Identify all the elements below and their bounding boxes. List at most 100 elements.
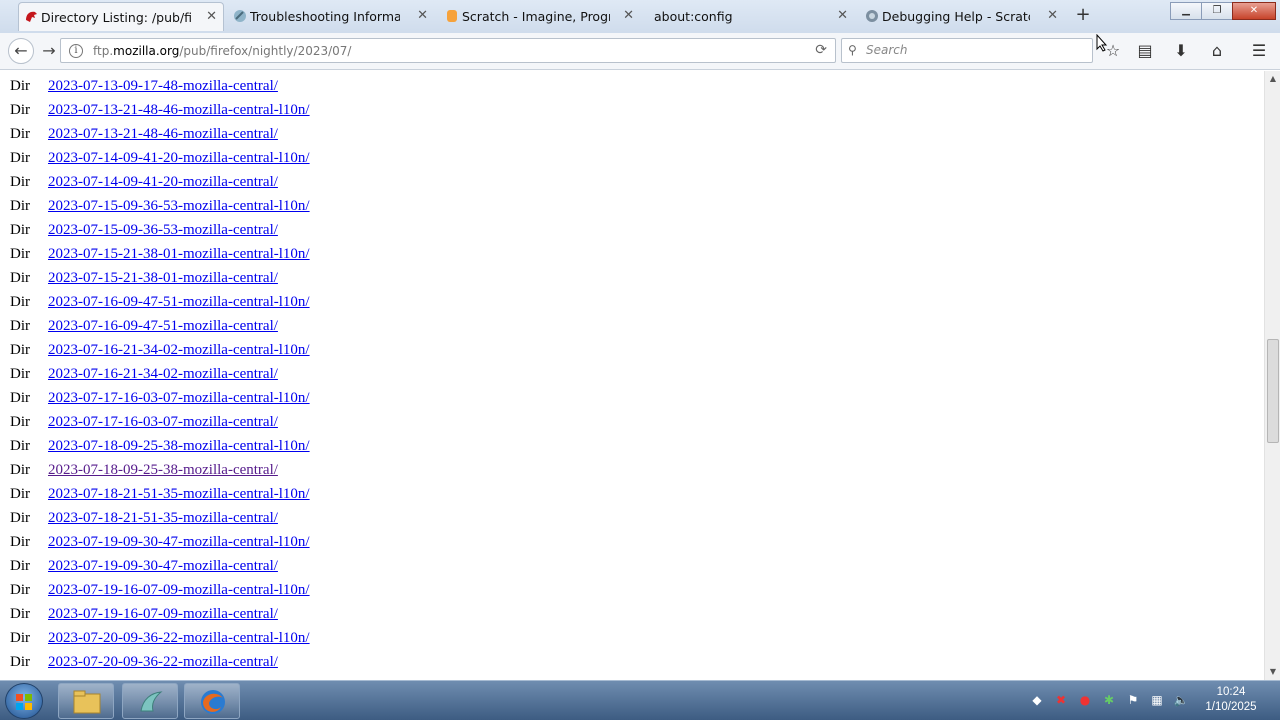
listing-row: Dir 2023-07-13-09-17-48-mozilla-central/ [10, 74, 278, 98]
entry-type: Dir [10, 222, 30, 238]
url-protocol-prefix: ftp. [93, 43, 114, 58]
taskbar-app-explorer[interactable] [58, 683, 114, 719]
directory-link[interactable]: 2023-07-20-09-36-22-mozilla-central-l10n… [48, 630, 310, 646]
taskbar-app-scratch[interactable] [122, 683, 178, 719]
menu-icon[interactable]: ☰ [1246, 38, 1272, 64]
scratch-icon [447, 10, 457, 22]
listing-row: Dir 2023-07-17-16-03-07-mozilla-central/ [10, 410, 278, 434]
directory-link[interactable]: 2023-07-16-09-47-51-mozilla-central/ [48, 318, 278, 334]
listing-row: Dir 2023-07-13-21-48-46-mozilla-central-l… [10, 98, 310, 122]
entry-type: Dir [10, 294, 30, 310]
listing-row: Dir 2023-07-18-21-51-35-mozilla-central-l… [10, 482, 310, 506]
search-icon: ⚲ [848, 43, 857, 57]
globe-icon [866, 10, 878, 22]
vertical-scrollbar[interactable]: ▲ ▼ [1264, 71, 1280, 680]
new-tab-button[interactable]: + [1073, 4, 1093, 25]
tab-about-config[interactable]: about:config ✕ [632, 2, 854, 31]
close-icon[interactable]: ✕ [206, 9, 217, 24]
clock[interactable]: 10:24 1/10/2025 [1196, 685, 1266, 715]
home-icon[interactable]: ⌂ [1204, 38, 1230, 64]
directory-link[interactable]: 2023-07-18-21-51-35-mozilla-central-l10n… [48, 486, 310, 502]
network-app-icon[interactable]: ◆ [1028, 691, 1046, 709]
scroll-up-icon[interactable]: ▲ [1265, 71, 1280, 87]
scratch-cat-icon [140, 691, 163, 712]
entry-type: Dir [10, 366, 30, 382]
tab-scratch[interactable]: Scratch - Imagine, Program, ✕ [440, 2, 640, 31]
flag-icon[interactable]: ⚑ [1124, 691, 1142, 709]
directory-link[interactable]: 2023-07-14-09-41-20-mozilla-central/ [48, 174, 278, 190]
mozilla-dino-icon [26, 11, 37, 22]
tab-debugging-help[interactable]: Debugging Help - Scratch W ✕ [860, 2, 1064, 31]
directory-link[interactable]: 2023-07-19-16-07-09-mozilla-central/ [48, 606, 278, 622]
start-button[interactable] [5, 683, 43, 719]
directory-link[interactable]: 2023-07-14-09-41-20-mozilla-central-l10n… [48, 150, 310, 166]
downloads-icon[interactable]: ⬇ [1168, 38, 1194, 64]
directory-link[interactable]: 2023-07-13-09-17-48-mozilla-central/ [48, 78, 278, 94]
directory-link[interactable]: 2023-07-17-16-03-07-mozilla-central/ [48, 414, 278, 430]
taskbar-app-firefox[interactable] [184, 683, 240, 719]
directory-link[interactable]: 2023-07-18-09-25-38-mozilla-central-l10n… [48, 438, 310, 454]
mouse-cursor-icon [1096, 34, 1108, 52]
search-input[interactable]: ⚲ Search [841, 38, 1093, 63]
scroll-down-icon[interactable]: ▼ [1265, 664, 1280, 680]
listing-row: Dir 2023-07-16-21-34-02-mozilla-central/ [10, 362, 278, 386]
listing-row: Dir 2023-07-18-09-25-38-mozilla-central-l… [10, 434, 310, 458]
directory-link[interactable]: 2023-07-13-21-48-46-mozilla-central/ [48, 126, 278, 142]
directory-link[interactable]: 2023-07-19-16-07-09-mozilla-central-l10n… [48, 582, 310, 598]
close-icon[interactable]: ✕ [1047, 8, 1058, 23]
tab-title: Troubleshooting Informatio [250, 9, 400, 24]
close-icon[interactable]: ✕ [417, 8, 428, 23]
directory-listing: Dir 2023-07-13-09-17-48-mozilla-central/D… [0, 71, 1264, 680]
listing-row: Dir 2023-07-19-16-07-09-mozilla-central-l… [10, 578, 310, 602]
directory-link[interactable]: 2023-07-17-16-03-07-mozilla-central-l10n… [48, 390, 310, 406]
entry-type: Dir [10, 78, 30, 94]
system-tray: ◆ ✖ ● ✱ ⚑ ▦ 🔈 [1028, 691, 1190, 709]
directory-link[interactable]: 2023-07-18-09-25-38-mozilla-central/ [48, 462, 278, 478]
back-button[interactable]: ← [8, 38, 34, 64]
entry-type: Dir [10, 462, 30, 478]
directory-link[interactable]: 2023-07-18-21-51-35-mozilla-central/ [48, 510, 278, 526]
scroll-thumb[interactable] [1267, 339, 1279, 443]
entry-type: Dir [10, 414, 30, 430]
directory-link[interactable]: 2023-07-19-09-30-47-mozilla-central/ [48, 558, 278, 574]
network-icon[interactable]: ▦ [1148, 691, 1166, 709]
reload-icon[interactable]: ⟳ [815, 42, 827, 58]
close-icon[interactable]: ✕ [837, 8, 848, 23]
directory-link[interactable]: 2023-07-15-09-36-53-mozilla-central/ [48, 222, 278, 238]
listing-row: Dir 2023-07-17-16-03-07-mozilla-central-l… [10, 386, 310, 410]
volume-icon[interactable]: 🔈 [1172, 691, 1190, 709]
tab-troubleshooting[interactable]: Troubleshooting Informatio ✕ [228, 2, 434, 31]
listing-row: Dir 2023-07-20-09-36-22-mozilla-central/ [10, 650, 278, 674]
x-red-icon[interactable]: ✖ [1052, 691, 1070, 709]
url-bar[interactable]: i ftp. mozilla.org/pub/firefox/nightly/20… [60, 38, 836, 63]
search-red-icon[interactable]: ● [1076, 691, 1094, 709]
minimize-button[interactable]: ▁ [1170, 2, 1202, 20]
entry-type: Dir [10, 150, 30, 166]
directory-link[interactable]: 2023-07-13-21-48-46-mozilla-central-l10n… [48, 102, 310, 118]
directory-link[interactable]: 2023-07-16-21-34-02-mozilla-central/ [48, 366, 278, 382]
directory-link[interactable]: 2023-07-15-21-38-01-mozilla-central/ [48, 270, 278, 286]
window-controls: ▁ ❐ ✕ [1170, 2, 1276, 20]
entry-type: Dir [10, 342, 30, 358]
entry-type: Dir [10, 102, 30, 118]
directory-link[interactable]: 2023-07-16-09-47-51-mozilla-central-l10n… [48, 294, 310, 310]
directory-link[interactable]: 2023-07-20-09-36-22-mozilla-central/ [48, 654, 278, 670]
listing-row: Dir 2023-07-18-09-25-38-mozilla-central/ [10, 458, 278, 482]
tab-title: about:config [654, 9, 733, 24]
restore-button[interactable]: ❐ [1201, 2, 1233, 20]
entry-type: Dir [10, 630, 30, 646]
close-window-button[interactable]: ✕ [1232, 2, 1276, 20]
listing-row: Dir 2023-07-19-09-30-47-mozilla-central-l… [10, 530, 310, 554]
tab-directory-listing[interactable]: Directory Listing: /pub/firefo ✕ [18, 2, 224, 31]
directory-link[interactable]: 2023-07-19-09-30-47-mozilla-central-l10n… [48, 534, 310, 550]
forward-button[interactable]: → [36, 39, 62, 63]
directory-link[interactable]: 2023-07-16-21-34-02-mozilla-central-l10n… [48, 342, 310, 358]
listing-row: Dir 2023-07-19-16-07-09-mozilla-central/ [10, 602, 278, 626]
listing-row: Dir 2023-07-15-21-38-01-mozilla-central-l… [10, 242, 310, 266]
info-icon[interactable]: i [69, 43, 83, 58]
green-app-icon[interactable]: ✱ [1100, 691, 1118, 709]
entry-type: Dir [10, 606, 30, 622]
bookmarks-menu-icon[interactable]: ▤ [1132, 38, 1158, 64]
directory-link[interactable]: 2023-07-15-21-38-01-mozilla-central-l10n… [48, 246, 310, 262]
directory-link[interactable]: 2023-07-15-09-36-53-mozilla-central-l10n… [48, 198, 310, 214]
